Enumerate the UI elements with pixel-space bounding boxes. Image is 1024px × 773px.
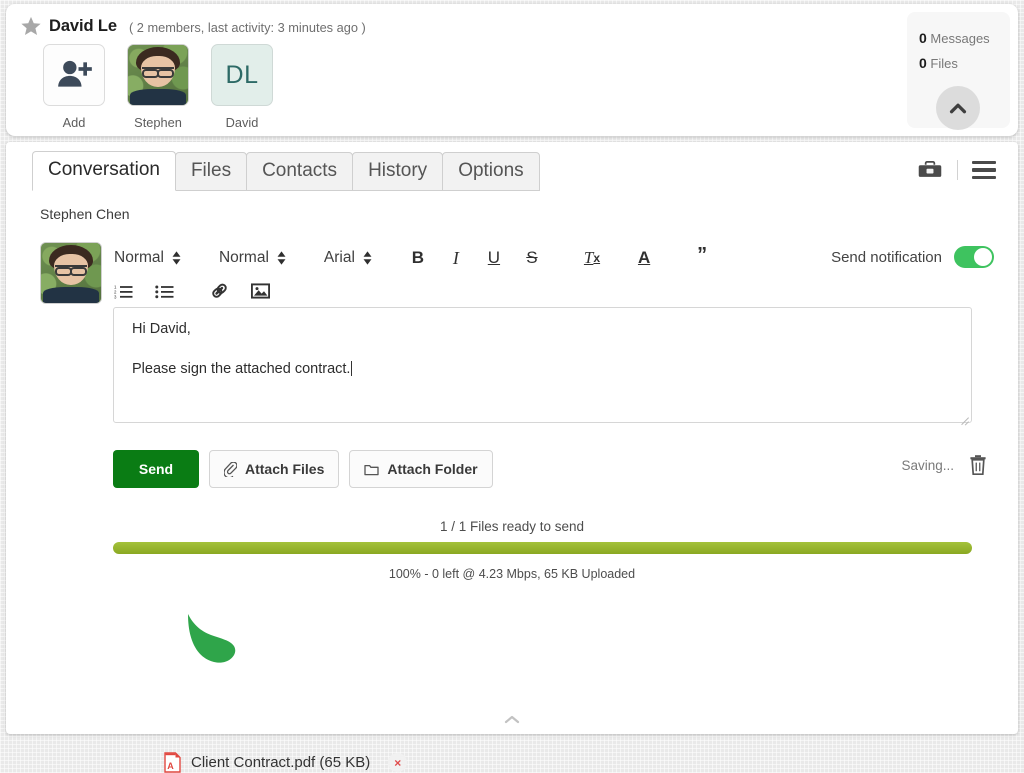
messages-label: Messages <box>930 31 990 46</box>
upload-detail-text: 100% - 0 left @ 4.23 Mbps, 65 KB Uploade… <box>388 567 636 581</box>
resize-handle[interactable] <box>957 408 969 420</box>
composer-actions: Send Attach Files Attach Folder <box>113 450 493 488</box>
remove-attachment-button[interactable]: × <box>388 753 408 772</box>
italic-button[interactable]: I <box>448 248 464 269</box>
font-size-select[interactable]: Normal <box>219 249 286 267</box>
blockquote-button[interactable]: ” <box>694 244 710 267</box>
upload-status-text: 1 / 1 Files ready to send <box>439 519 585 534</box>
tab-options[interactable]: Options <box>442 152 540 191</box>
trash-icon[interactable] <box>968 454 988 476</box>
chevron-up-icon <box>504 715 520 724</box>
tab-files[interactable]: Files <box>174 152 248 191</box>
strikethrough-button[interactable]: S <box>524 248 540 268</box>
text-caret <box>351 360 353 376</box>
files-count: 0 <box>919 55 927 71</box>
bullet-list-icon[interactable] <box>155 284 174 299</box>
attach-folder-button[interactable]: Attach Folder <box>349 450 493 488</box>
member-label: Stephen <box>134 115 182 130</box>
save-status-area: Saving... <box>901 454 988 476</box>
avatar-portrait-image <box>128 45 188 105</box>
send-button[interactable]: Send <box>113 450 199 488</box>
member-avatar-list: Add Stephen DL David <box>42 44 274 130</box>
attachment-item: A Client Contract.pdf (65 KB) × <box>164 752 408 773</box>
collapse-panel-button[interactable] <box>6 715 1018 724</box>
messages-counter: 0 Messages <box>919 30 1010 46</box>
ordered-list-icon[interactable]: 1 2 3 <box>114 284 133 299</box>
text-color-button[interactable]: A <box>636 248 652 268</box>
message-input[interactable]: Hi David, Please sign the attached contr… <box>113 307 972 423</box>
send-notification-label: Send notification <box>831 248 942 266</box>
link-icon[interactable] <box>210 283 229 300</box>
member-avatar-initials[interactable]: DL <box>211 44 273 106</box>
add-person-icon <box>58 60 92 87</box>
panel-tools <box>917 160 996 180</box>
member-david[interactable]: DL David <box>210 44 274 130</box>
conversation-counters: 0 Messages 0 Files <box>907 12 1010 130</box>
files-label: Files <box>930 56 958 71</box>
conversation-meta: ( 2 members, last activity: 3 minutes ag… <box>128 19 366 35</box>
font-size-value: Normal <box>218 249 269 266</box>
send-notification-control[interactable]: Send notification <box>831 246 994 268</box>
folder-icon <box>364 463 380 476</box>
upload-progress-fill <box>113 542 972 554</box>
paragraph-style-select[interactable]: Normal <box>114 249 181 267</box>
composer-avatar <box>40 242 102 304</box>
clear-formatting-button[interactable]: Tx <box>584 248 600 268</box>
bold-button[interactable]: B <box>410 248 426 268</box>
member-stephen[interactable]: Stephen <box>126 44 190 130</box>
message-line-2: Please sign the attached contract. <box>132 360 353 377</box>
main-panel: Conversation Files Contacts History Opti… <box>6 142 1018 773</box>
tab-history[interactable]: History <box>352 152 444 191</box>
send-notification-toggle[interactable] <box>954 246 994 268</box>
tab-contacts[interactable]: Contacts <box>246 152 354 191</box>
avatar-portrait-image <box>41 243 101 303</box>
add-member-button[interactable] <box>43 44 105 106</box>
tab-bar: Conversation Files Contacts History Opti… <box>32 151 540 191</box>
collapse-header-button[interactable] <box>936 86 980 130</box>
svg-text:3: 3 <box>114 294 117 299</box>
sender-name: Stephen Chen <box>40 206 130 222</box>
mouse-cursor-pointer <box>188 614 236 663</box>
member-label: David <box>225 115 259 130</box>
attach-files-label: Attach Files <box>245 461 325 477</box>
editor-toolbar: Normal Normal Arial B I U S T x A ” 1 2 … <box>114 240 774 306</box>
tab-conversation[interactable]: Conversation <box>32 151 176 191</box>
files-counter: 0 Files <box>919 55 1010 71</box>
member-add[interactable]: Add <box>42 44 106 130</box>
star-icon[interactable] <box>20 15 42 37</box>
font-family-select[interactable]: Arial <box>324 249 372 267</box>
attach-files-button[interactable]: Attach Files <box>209 450 340 488</box>
chevron-up-icon <box>949 103 967 114</box>
underline-button[interactable]: U <box>486 248 502 268</box>
paperclip-icon <box>224 461 237 477</box>
hamburger-menu-icon[interactable] <box>972 161 996 179</box>
member-label: Add <box>62 115 86 130</box>
conversation-name: David Le <box>49 16 117 35</box>
member-avatar-photo[interactable] <box>127 44 189 106</box>
toolbox-icon[interactable] <box>917 160 943 180</box>
message-line-1: Hi David, <box>132 321 191 337</box>
messages-count: 0 <box>919 30 927 46</box>
chevron-updown-icon <box>277 251 286 265</box>
attachment-name: Client Contract.pdf (65 KB) <box>191 754 371 771</box>
saving-status: Saving... <box>901 457 954 473</box>
pdf-file-icon: A <box>164 752 181 773</box>
conversation-header-panel: David Le ( 2 members, last activity: 3 m… <box>6 4 1018 136</box>
chevron-updown-icon <box>172 251 181 265</box>
svg-text:A: A <box>167 761 174 771</box>
attach-folder-label: Attach Folder <box>387 461 478 477</box>
conversation-title-row: David Le ( 2 members, last activity: 3 m… <box>20 15 366 37</box>
upload-progress-track <box>113 542 972 554</box>
image-icon[interactable] <box>251 283 270 299</box>
chevron-updown-icon <box>363 251 372 265</box>
font-family-value: Arial <box>323 249 355 266</box>
tool-divider <box>957 160 958 180</box>
paragraph-style-value: Normal <box>114 249 164 266</box>
